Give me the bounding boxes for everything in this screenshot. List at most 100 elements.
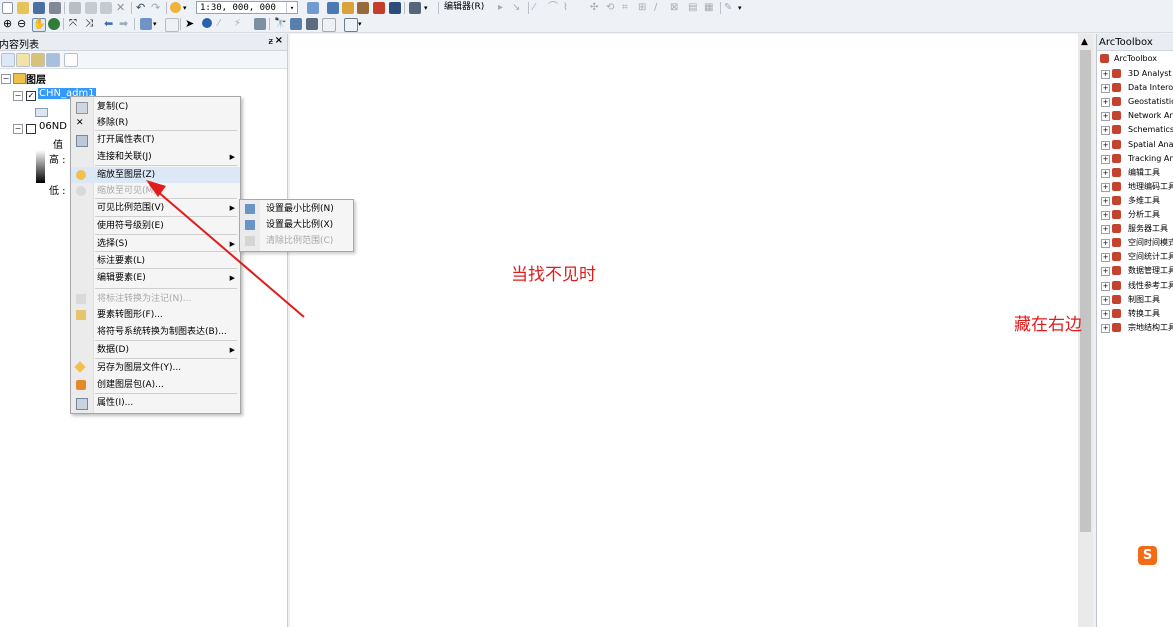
toolbox-item[interactable]: + Network An <box>1097 109 1173 123</box>
save-icon[interactable] <box>33 2 45 14</box>
list-by-source-icon[interactable] <box>16 53 30 67</box>
menu-item-save-as-layer-file[interactable]: 另存为图层文件(Y)... <box>71 360 240 376</box>
expand-icon[interactable]: + <box>1101 196 1110 206</box>
straight-segment-icon[interactable]: ⁄ <box>533 2 545 14</box>
arctoolbox-icon[interactable] <box>373 2 385 14</box>
split-line-icon[interactable]: ∕ <box>654 2 666 14</box>
toolbox-item[interactable]: + Schematics <box>1097 123 1173 137</box>
open-folder-icon[interactable] <box>17 2 29 14</box>
fixed-zoom-out-icon[interactable]: ⤨ <box>85 18 97 30</box>
expand-icon[interactable]: + <box>1101 281 1110 291</box>
endpoint-arc-icon[interactable]: ⌒ <box>548 2 560 14</box>
menu-item-use-symbol-levels[interactable]: 使用符号级别(E) <box>71 218 240 234</box>
pan-icon[interactable]: ✋ <box>32 18 46 32</box>
edit-tool-icon[interactable]: ▸ <box>498 2 510 14</box>
find-route-icon[interactable] <box>290 18 302 30</box>
create-features-icon[interactable]: ▦ <box>704 2 716 14</box>
menu-item-selection[interactable]: 选择(S) ▶ <box>71 236 240 252</box>
toolbox-item[interactable]: +3D Analyst <box>1097 67 1173 81</box>
toolbox-item[interactable]: + Spatial Anal <box>1097 138 1173 152</box>
forward-extent-icon[interactable]: ➡ <box>119 18 131 30</box>
identify-icon[interactable] <box>202 18 212 28</box>
copy-icon[interactable] <box>85 2 97 14</box>
expand-icon[interactable]: + <box>1101 295 1110 305</box>
map-view[interactable] <box>290 34 1078 627</box>
map-scale-combo[interactable]: 1:30, 000, 000 ▾ <box>196 1 298 14</box>
expand-icon[interactable]: + <box>1101 168 1110 178</box>
trace-icon[interactable]: ⌇ <box>563 2 575 14</box>
go-to-xy-icon[interactable] <box>306 18 318 30</box>
menu-item-properties[interactable]: 属性(I)... <box>71 395 240 411</box>
toolbox-item[interactable]: + 地理编码工具 <box>1097 180 1173 194</box>
pin-icon[interactable]: ᵶ <box>269 36 274 47</box>
layers-root-label[interactable]: 图层 <box>26 71 46 86</box>
editor-toolbar-icon[interactable] <box>307 2 319 14</box>
menu-item-convert-symbology-to-representation[interactable]: 将符号系统转换为制图表达(B)... <box>71 324 240 340</box>
expand-icon[interactable]: + <box>1101 239 1110 249</box>
select-elements-icon[interactable]: ➤ <box>185 18 197 30</box>
list-by-selection-icon[interactable] <box>46 53 60 67</box>
options-icon[interactable] <box>64 53 78 67</box>
toolbox-item[interactable]: + 宗地结构工具 <box>1097 321 1173 335</box>
toolbox-item[interactable]: + 线性参考工具 <box>1097 279 1173 293</box>
chevron-down-icon[interactable]: ▾ <box>183 2 191 14</box>
undo-icon[interactable]: ↶ <box>136 2 148 14</box>
toolbox-item[interactable]: + 制图工具 <box>1097 293 1173 307</box>
menu-item-open-attribute-table[interactable]: 打开属性表(T) <box>71 132 240 148</box>
toolbox-item[interactable]: + 服务器工具 <box>1097 222 1173 236</box>
toolbox-item[interactable]: + 空间时间模式 <box>1097 236 1173 250</box>
toolbox-item[interactable]: + 空间统计工具 <box>1097 250 1173 264</box>
select-features-icon[interactable] <box>140 18 152 30</box>
toolbox-item[interactable]: + 数据管理工具 <box>1097 264 1173 278</box>
chevron-down-icon[interactable]: ▾ <box>286 2 297 13</box>
new-document-icon[interactable] <box>2 2 13 14</box>
table-of-contents-icon[interactable] <box>327 2 339 14</box>
print-icon[interactable] <box>49 2 61 14</box>
toolbox-item[interactable]: + Geostatistic <box>1097 95 1173 109</box>
sketch-properties-icon[interactable]: ⊠ <box>670 2 682 14</box>
expand-icon[interactable]: + <box>1101 225 1110 235</box>
python-window-icon[interactable] <box>389 2 401 14</box>
menu-item-edit-features[interactable]: 编辑要素(E) ▶ <box>71 270 240 286</box>
layer-visibility-checkbox[interactable]: ✓ <box>26 91 36 101</box>
back-extent-icon[interactable]: ⬅ <box>104 18 116 30</box>
scrollbar-thumb[interactable] <box>1080 50 1091 532</box>
menu-item-joins-relates[interactable]: 连接和关联(J) ▶ <box>71 149 240 165</box>
chevron-down-icon[interactable]: ▾ <box>153 18 161 30</box>
measure-icon[interactable] <box>254 18 266 30</box>
fixed-zoom-in-icon[interactable]: ⤧ <box>69 18 81 30</box>
cut-polygons-icon[interactable]: ⊞ <box>638 2 650 14</box>
expand-icon[interactable]: + <box>1101 112 1110 122</box>
arctoolbox-root[interactable]: ArcToolbox <box>1097 52 1173 66</box>
hyperlink-icon[interactable]: ⚡ <box>234 18 246 30</box>
collapse-icon[interactable]: − <box>13 91 23 101</box>
submenu-item-set-minimum-scale[interactable]: 设置最小比例(N) <box>240 201 353 217</box>
full-extent-icon[interactable] <box>48 18 60 30</box>
model-builder-icon[interactable] <box>409 2 421 14</box>
submenu-item-set-maximum-scale[interactable]: 设置最大比例(X) <box>240 217 353 233</box>
delete-icon[interactable]: ✕ <box>116 2 128 14</box>
chevron-down-icon[interactable]: ▾ <box>738 2 746 14</box>
expand-icon[interactable]: + <box>1101 323 1110 333</box>
split-tool-icon[interactable]: ✣ <box>590 2 602 14</box>
layer-06nd[interactable]: 06ND <box>39 121 67 132</box>
editor-menu[interactable]: 编辑器(R) <box>444 1 484 14</box>
list-by-visibility-icon[interactable] <box>31 53 45 67</box>
scroll-up-icon[interactable]: ▲ <box>1081 37 1088 47</box>
chevron-down-icon[interactable]: ▾ <box>424 2 432 14</box>
menu-item-remove[interactable]: ✕ 移除(R) <box>71 115 240 131</box>
html-popup-icon[interactable]: ⁄ <box>218 18 230 30</box>
paste-icon[interactable] <box>100 2 112 14</box>
create-viewer-icon[interactable] <box>344 18 358 32</box>
menu-item-zoom-to-layer[interactable]: 缩放至图层(Z) <box>71 167 240 183</box>
rotate-tool-icon[interactable]: ⟲ <box>606 2 618 14</box>
toolbox-item[interactable]: + 多维工具 <box>1097 194 1173 208</box>
toolbox-item[interactable]: + Data Interop <box>1097 81 1173 95</box>
expand-icon[interactable]: + <box>1101 182 1110 192</box>
list-by-drawing-order-icon[interactable] <box>1 53 15 67</box>
menu-item-copy[interactable]: 复制(C) <box>71 99 240 115</box>
expand-icon[interactable]: + <box>1101 211 1110 220</box>
expand-icon[interactable]: + <box>1101 140 1110 150</box>
add-data-icon[interactable] <box>170 2 181 13</box>
expand-icon[interactable]: + <box>1101 253 1110 263</box>
